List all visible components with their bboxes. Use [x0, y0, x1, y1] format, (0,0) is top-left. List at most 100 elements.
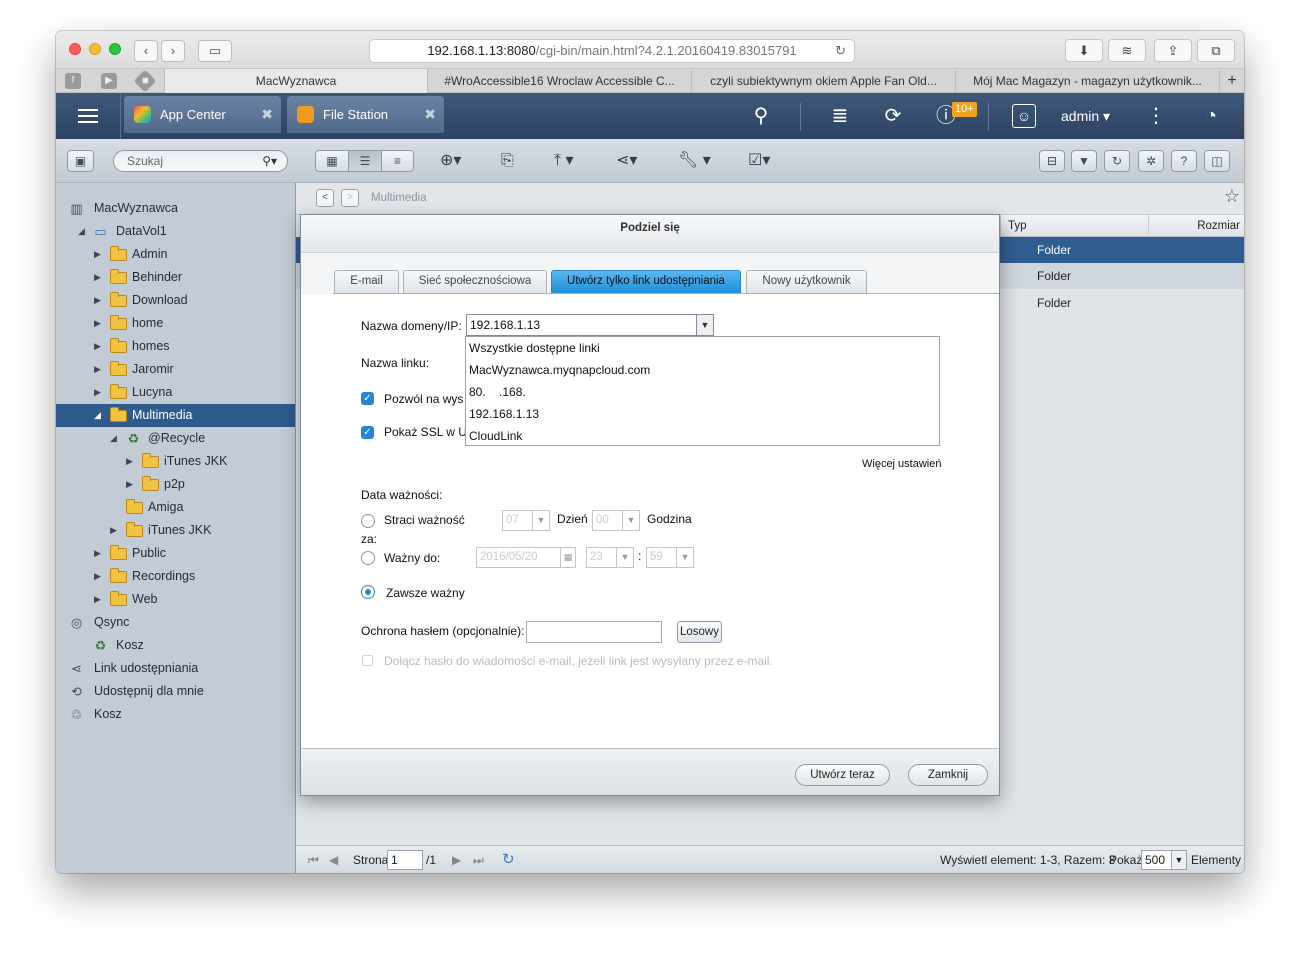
close-window-button[interactable]	[69, 43, 81, 55]
browser-tab[interactable]: MacWyznawca	[164, 69, 427, 93]
collapsed-arrow-icon[interactable]: ▶	[94, 565, 101, 588]
minimize-window-button[interactable]	[89, 43, 101, 55]
collapsed-arrow-icon[interactable]: ▶	[94, 312, 101, 335]
password-input[interactable]	[526, 621, 662, 643]
tree-item-folder[interactable]: ▶ Jaromir	[56, 358, 295, 381]
more-settings-link[interactable]: Więcej ustawień	[862, 458, 941, 470]
tree-item-folder[interactable]: ▶ iTunes JKK	[56, 450, 295, 473]
sidebar-toggle-button[interactable]: ▭	[198, 40, 232, 62]
expire-in-radio[interactable]	[361, 514, 375, 528]
zoom-window-button[interactable]	[109, 43, 121, 55]
last-page-icon[interactable]: ⏭	[473, 846, 484, 873]
tab-new-user[interactable]: Nowy użytkownik	[746, 270, 867, 293]
remote-mount-button[interactable]: ⊟	[1039, 150, 1065, 172]
tree-item-folder[interactable]: ▶ iTunes JKK	[56, 519, 295, 542]
domain-select[interactable]: 192.168.1.13 ▼	[466, 314, 714, 336]
tree-item-folder[interactable]: ▶ Behinder	[56, 266, 295, 289]
collapsed-arrow-icon[interactable]: ▶	[126, 450, 133, 473]
more-options-icon[interactable]: ⋮	[1146, 103, 1166, 129]
search-dropdown-icon[interactable]: ⚲▾	[262, 151, 277, 171]
list-view-button[interactable]: ☰	[348, 150, 382, 172]
expanded-arrow-icon[interactable]: ◢	[94, 404, 101, 427]
valid-minute-select[interactable]: 59 ▼	[646, 547, 694, 568]
layout-button[interactable]: ◫	[1204, 150, 1230, 172]
tree-item-folder-selected[interactable]: ◢ Multimedia	[56, 404, 295, 427]
search-icon[interactable]: ⚲	[749, 103, 773, 129]
reload-icon[interactable]: ↻	[835, 40, 846, 62]
tree-item-folder[interactable]: ▶ Download	[56, 289, 295, 312]
sync-icon[interactable]: ⟳	[880, 103, 906, 129]
tree-item-recycle[interactable]: ◢ ♻ @Recycle	[56, 427, 295, 450]
dropdown-option[interactable]: MacWyznawca.myqnapcloud.com	[466, 359, 939, 381]
tools-menu-icon[interactable]: 🔧︎ ▾	[678, 149, 711, 173]
refresh-button[interactable]: ↻	[1104, 150, 1130, 172]
collapsed-arrow-icon[interactable]: ▶	[94, 542, 101, 565]
share-button[interactable]: ⇪	[1154, 39, 1192, 62]
collapsed-arrow-icon[interactable]: ▶	[94, 243, 101, 266]
pinned-youtube-icon[interactable]: ▶	[101, 73, 117, 89]
next-page-icon[interactable]: ▶	[452, 846, 461, 873]
valid-hour-select[interactable]: 23 ▼	[586, 547, 634, 568]
create-now-button[interactable]: Utwórz teraz	[795, 764, 890, 786]
expanded-arrow-icon[interactable]: ◢	[78, 220, 85, 243]
random-password-button[interactable]: Losowy	[677, 621, 722, 643]
settings-button[interactable]: ✲	[1138, 150, 1164, 172]
expanded-arrow-icon[interactable]: ◢	[110, 427, 117, 450]
forward-button[interactable]: ›	[161, 40, 185, 62]
tree-item-share-links[interactable]: ⋖ Link udostępniania	[56, 657, 295, 680]
tree-item-trash[interactable]: ♲ Kosz	[56, 703, 295, 726]
tree-item-folder[interactable]: ▶ Admin	[56, 243, 295, 266]
tree-item-folder[interactable]: ▶ Lucyna	[56, 381, 295, 404]
tab-email[interactable]: E-mail	[334, 270, 399, 293]
downloads-button[interactable]: ⬇	[1065, 39, 1103, 62]
back-nav-button[interactable]: <	[316, 189, 334, 207]
collapsed-arrow-icon[interactable]: ▶	[94, 266, 101, 289]
collapsed-arrow-icon[interactable]: ▶	[110, 519, 117, 542]
dropdown-option[interactable]: CloudLink	[466, 425, 939, 447]
dropdown-option[interactable]: 192.168.1.13	[466, 403, 939, 425]
tree-item-qsync[interactable]: ◎ Qsync	[56, 611, 295, 634]
browser-tab[interactable]: czyli subiektywnym okiem Apple Fan Old..…	[691, 69, 955, 93]
ssl-checkbox[interactable]: ✓	[361, 426, 374, 439]
close-icon[interactable]: ✖	[424, 96, 436, 133]
dropdown-option[interactable]: 80. .168.	[466, 381, 939, 403]
valid-date-input[interactable]: 2016/05/20 ▦	[476, 547, 576, 568]
close-button[interactable]: Zamknij	[908, 764, 988, 786]
tree-item-shared-with-me[interactable]: ⟲ Udostępnij dla mnie	[56, 680, 295, 703]
tree-item-folder[interactable]: ▶ Web	[56, 588, 295, 611]
column-type[interactable]: Typ	[1008, 215, 1027, 237]
tree-item-volume[interactable]: ◢ ▭ DataVol1	[56, 220, 295, 243]
collapsed-arrow-icon[interactable]: ▶	[94, 335, 101, 358]
user-menu[interactable]: admin ▾	[1061, 93, 1110, 139]
tree-item-recycle[interactable]: ♻ Kosz	[56, 634, 295, 657]
forward-nav-button[interactable]: >	[341, 189, 359, 207]
toggle-sidebar-button[interactable]: ▣	[67, 150, 94, 172]
collapsed-arrow-icon[interactable]: ▶	[94, 289, 101, 312]
pinned-site-icon[interactable]: ◆	[133, 69, 157, 93]
pinned-facebook-icon[interactable]: f	[65, 73, 81, 89]
close-icon[interactable]: ✖	[261, 96, 273, 133]
help-button[interactable]: ?	[1171, 150, 1197, 172]
upload-menu-icon[interactable]: ⤒ ▾	[554, 149, 574, 173]
expire-days-select[interactable]: 07 ▼	[502, 510, 550, 531]
allow-checkbox[interactable]: ✓	[361, 392, 374, 405]
search-input[interactable]: Szukaj ⚲▾	[113, 150, 288, 172]
new-tab-button[interactable]: +	[1219, 69, 1244, 93]
app-tab-app-center[interactable]: App Center ✖	[124, 96, 281, 133]
tree-item-folder[interactable]: ▶ Recordings	[56, 565, 295, 588]
more-actions-icon[interactable]: ☑▾	[748, 149, 770, 173]
tab-social[interactable]: Sieć społecznościowa	[403, 270, 547, 293]
dashboard-gauge-icon[interactable]: ◔	[1197, 103, 1225, 129]
background-tasks-icon[interactable]: ≣	[827, 103, 853, 129]
per-page-select[interactable]: 500 ▼	[1141, 850, 1187, 870]
tree-item-folder[interactable]: ▶ home	[56, 312, 295, 335]
tabs-overview-button[interactable]: ⧉	[1197, 39, 1235, 62]
filter-button[interactable]: ▼	[1071, 150, 1097, 172]
user-icon[interactable]: ☺	[1012, 104, 1036, 128]
tree-item-folder[interactable]: ▶ Public	[56, 542, 295, 565]
dropdown-option[interactable]: Wszystkie dostępne linki	[466, 337, 939, 359]
detail-view-button[interactable]: ≡	[381, 150, 414, 172]
refresh-icon[interactable]: ↻	[502, 846, 515, 873]
tree-item-nas[interactable]: ▥ MacWyznawca	[56, 197, 295, 220]
tree-item-folder[interactable]: Amiga	[56, 496, 295, 519]
